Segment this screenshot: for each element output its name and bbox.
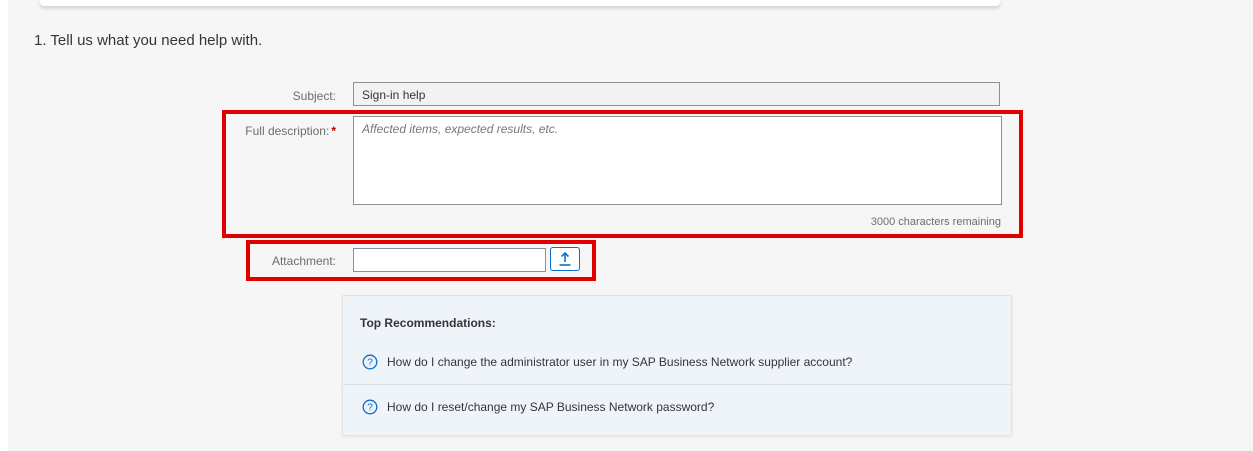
attachment-input[interactable]	[353, 248, 546, 272]
attachment-label: Attachment:	[271, 254, 336, 268]
svg-text:?: ?	[367, 403, 373, 414]
subject-label: Subject:	[292, 89, 336, 103]
recommendations-title: Top Recommendations:	[360, 316, 496, 330]
required-marker: *	[331, 124, 336, 138]
help-circle-icon: ?	[362, 354, 378, 370]
subject-field: Sign-in help	[353, 82, 1000, 106]
svg-text:?: ?	[367, 358, 373, 369]
upload-button[interactable]	[550, 247, 580, 271]
recommendation-link[interactable]: How do I change the administrator user i…	[387, 355, 852, 369]
recommendations-panel: Top Recommendations: ? How do I change t…	[342, 295, 1012, 436]
recommendation-item[interactable]: ? How do I reset/change my SAP Business …	[343, 385, 1011, 429]
description-label: Full description: *	[226, 124, 336, 138]
recommendation-item[interactable]: ? How do I change the administrator user…	[343, 340, 1011, 385]
section-title: 1. Tell us what you need help with.	[34, 32, 263, 49]
help-circle-icon: ?	[362, 399, 378, 415]
description-textarea[interactable]	[353, 116, 1002, 205]
upload-icon	[559, 251, 571, 266]
top-card-edge	[40, 0, 1000, 6]
characters-remaining: 3000 characters remaining	[870, 216, 1001, 228]
description-label-text: Full description:	[245, 124, 330, 138]
recommendation-link[interactable]: How do I reset/change my SAP Business Ne…	[387, 400, 714, 414]
